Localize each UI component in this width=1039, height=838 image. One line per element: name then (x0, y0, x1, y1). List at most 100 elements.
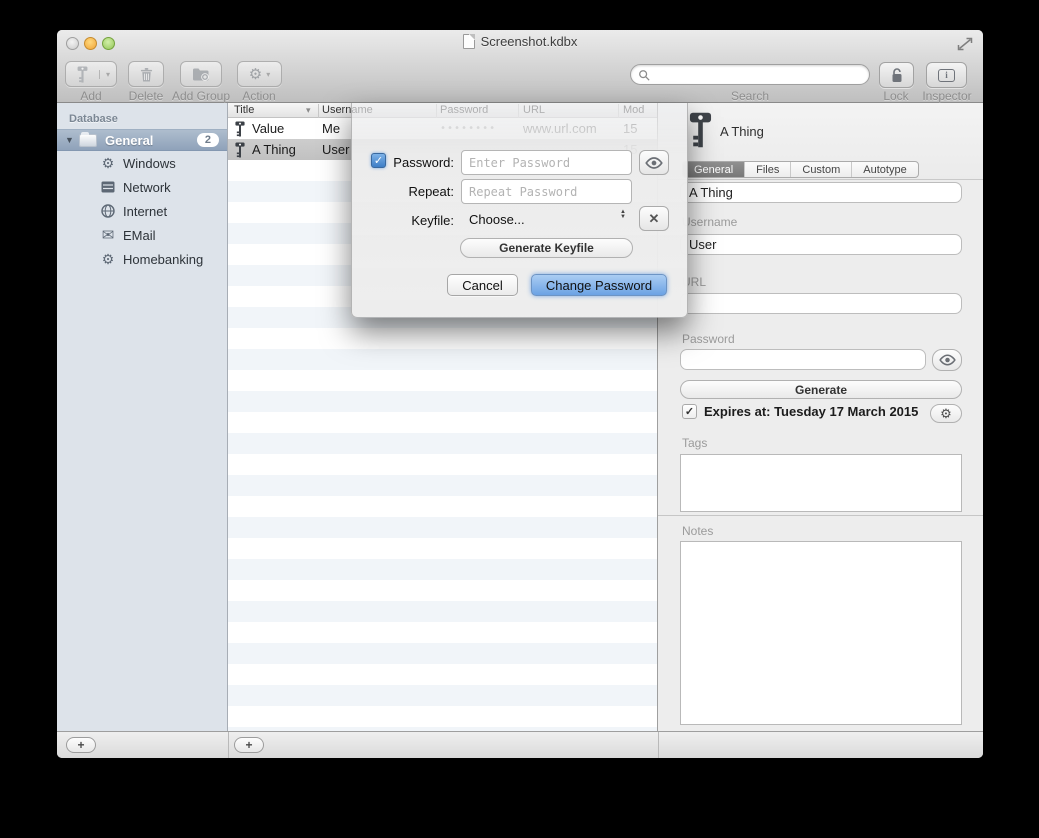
plus-icon: + (77, 739, 84, 751)
add-group-footer-button[interactable]: + (66, 737, 96, 753)
add-group-label: Add Group (167, 89, 235, 103)
inspector-entry-title: A Thing (720, 124, 764, 139)
expires-row: ✓ Expires at: Tuesday 17 March 2015 (682, 404, 918, 419)
inspector-button[interactable]: i (926, 62, 967, 88)
change-password-sheet: ✓ Password: Repeat: Keyfile: Choose... ▲… (351, 103, 688, 318)
sidebar-group-general[interactable]: ▼ General 2 (57, 129, 227, 151)
cell-username: User (322, 142, 349, 157)
tab-autotype[interactable]: Autotype (851, 162, 917, 177)
sidebar-header: Database (57, 103, 227, 129)
inspector-tabs: General Files Custom Autotype (682, 161, 919, 178)
sidebar-item-label: Network (123, 180, 171, 195)
sort-indicator-icon: ▾ (306, 105, 311, 116)
sidebar-item-label: Windows (123, 156, 176, 171)
cell-username: Me (322, 121, 340, 136)
sidebar: Database ▼ General 2 ⚙ Windows Network (57, 103, 228, 731)
group-label: General (105, 133, 197, 148)
password-field[interactable] (680, 349, 926, 370)
tags-textarea[interactable] (680, 454, 962, 512)
globe-icon (97, 204, 119, 218)
lock-open-icon (890, 67, 904, 83)
tab-general[interactable]: General (683, 162, 744, 177)
delete-button[interactable] (128, 61, 164, 87)
toolbar: ▾ Add Entry Delete Add Group ⚙ ▾ Action (57, 55, 983, 103)
sidebar-item-label: Internet (123, 204, 167, 219)
chevron-down-icon: ▾ (99, 70, 116, 79)
plus-icon: + (245, 739, 252, 751)
sheet-password-input[interactable] (461, 150, 632, 175)
add-group-button[interactable] (180, 61, 222, 87)
tab-files[interactable]: Files (744, 162, 790, 177)
key-icon (235, 142, 245, 158)
stepper-icon[interactable]: ▲▼ (620, 210, 626, 220)
cancel-button[interactable]: Cancel (447, 274, 518, 296)
gear-icon: ⚙ (97, 156, 119, 170)
disclosure-triangle-icon[interactable]: ▼ (65, 135, 79, 145)
sidebar-item-label: Homebanking (123, 252, 203, 267)
search-input[interactable] (654, 68, 854, 82)
key-icon (689, 110, 712, 150)
search-field[interactable] (630, 64, 870, 85)
sheet-reveal-password-button[interactable] (639, 150, 669, 175)
sidebar-item-homebanking[interactable]: ⚙ Homebanking (57, 247, 227, 271)
password-label: Password (682, 332, 735, 346)
expires-options-button[interactable]: ⚙ (930, 404, 962, 423)
cell-title: Value (252, 121, 284, 136)
sidebar-item-internet[interactable]: Internet (57, 199, 227, 223)
gear-icon: ⚙ (940, 407, 952, 420)
clear-keyfile-button[interactable]: ✕ (639, 206, 669, 231)
sheet-keyfile-label: Keyfile: (388, 213, 454, 228)
chevron-down-icon: ▾ (266, 70, 270, 79)
column-header-title[interactable]: Title (234, 104, 254, 116)
document-icon (463, 34, 475, 49)
sheet-repeat-label: Repeat: (388, 184, 454, 199)
window-header: Screenshot.kdbx ▾ Add Entry Delete (57, 30, 983, 103)
add-entry-button[interactable]: ▾ (65, 61, 117, 87)
tab-custom[interactable]: Custom (790, 162, 851, 177)
tags-label: Tags (682, 436, 707, 450)
sheet-password-label: Password: (388, 155, 454, 170)
trash-icon (140, 67, 153, 82)
keyfile-dropdown[interactable]: Choose... (469, 212, 525, 227)
mail-icon: ✉ (97, 228, 119, 243)
inspector-panel: A Thing General Files Custom Autotype Us… (658, 103, 983, 731)
sidebar-item-windows[interactable]: ⚙ Windows (57, 151, 227, 175)
delete-label: Delete (120, 89, 172, 103)
generate-keyfile-button[interactable]: Generate Keyfile (460, 238, 633, 258)
reveal-password-button[interactable] (932, 349, 962, 371)
close-icon: ✕ (649, 211, 660, 227)
group-count-badge: 2 (197, 133, 219, 147)
gear-icon: ⚙ (97, 252, 119, 266)
folder-plus-icon (192, 67, 210, 81)
search-icon (638, 69, 650, 81)
notes-label: Notes (682, 524, 713, 538)
server-icon (97, 181, 119, 193)
sidebar-item-email[interactable]: ✉ EMail (57, 223, 227, 247)
password-enable-checkbox[interactable]: ✓ (371, 153, 386, 168)
change-password-button[interactable]: Change Password (531, 274, 667, 296)
username-label: Username (682, 215, 737, 229)
lock-button[interactable] (879, 62, 914, 88)
info-icon: i (938, 69, 955, 82)
action-button[interactable]: ⚙ ▾ (237, 61, 282, 87)
app-window: Screenshot.kdbx ▾ Add Entry Delete (57, 30, 983, 758)
search-label: Search (630, 89, 870, 103)
url-field[interactable] (680, 293, 962, 314)
folder-icon (79, 134, 97, 147)
username-field[interactable] (680, 234, 962, 255)
sheet-repeat-input[interactable] (461, 179, 632, 204)
sidebar-item-network[interactable]: Network (57, 175, 227, 199)
window-title: Screenshot.kdbx (481, 34, 578, 49)
key-icon (77, 66, 88, 83)
fullscreen-icon[interactable] (957, 37, 973, 51)
title-field[interactable] (680, 182, 962, 203)
inspector-label: Inspector (915, 89, 979, 103)
expires-checkbox[interactable]: ✓ (682, 404, 697, 419)
bottom-bar: + + (57, 731, 983, 758)
title-bar[interactable]: Screenshot.kdbx (57, 30, 983, 55)
check-icon: ✓ (374, 154, 383, 167)
generate-password-button[interactable]: Generate (680, 380, 962, 399)
notes-textarea[interactable] (680, 541, 962, 725)
key-icon (235, 121, 245, 137)
add-entry-footer-button[interactable]: + (234, 737, 264, 753)
